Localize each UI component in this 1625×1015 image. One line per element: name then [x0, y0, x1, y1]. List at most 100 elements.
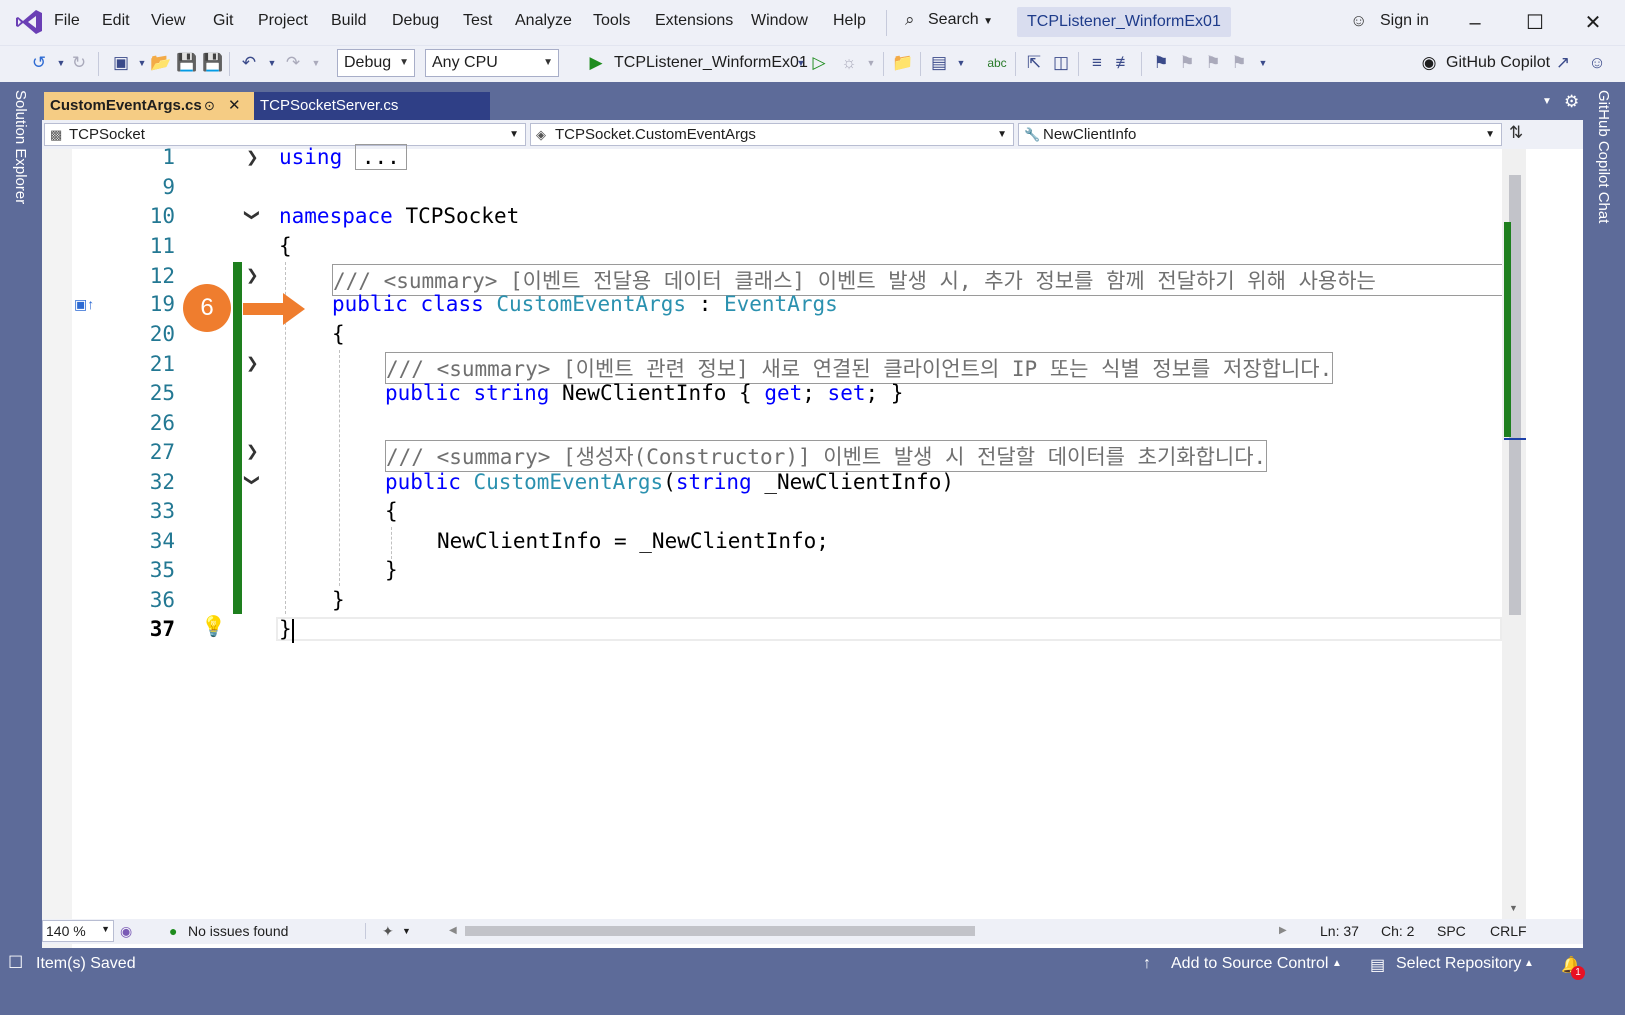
next-bookmark-icon[interactable]: ⚑	[1202, 51, 1224, 75]
tab-list-dropdown-icon[interactable]: ▼	[1542, 96, 1552, 107]
step-marker: 6	[183, 284, 231, 332]
status-message: Item(s) Saved	[36, 955, 136, 972]
view-code-icon[interactable]: ◫	[1050, 51, 1072, 75]
collapsed-region[interactable]: ...	[354, 144, 407, 170]
sign-in-button[interactable]: Sign in	[1380, 12, 1429, 30]
collapse-chevron-icon[interactable]: ❯	[243, 209, 261, 222]
start-target-button[interactable]: TCPListener_WinformEx01	[614, 54, 808, 72]
line-number-current: 37	[149, 617, 175, 641]
project-dropdown[interactable]: ▩ TCPSocket ▼	[44, 123, 526, 146]
split-editor-icon[interactable]: ⇅	[1509, 123, 1523, 143]
comment-lines-icon[interactable]: ≡	[1086, 51, 1108, 75]
zoom-select[interactable]: 140 % ▼	[42, 920, 114, 942]
standard-toolbar: ↺ ▼ ↻ ▣ ▼ 📂 💾 💾 ↶ ▼ ↷ ▼ Debug ▼ Any CPU ▼ …	[0, 45, 1625, 82]
open-folder-icon[interactable]: 📂	[150, 51, 172, 75]
window-layout-icon[interactable]: ▤	[928, 51, 950, 75]
menu-tools[interactable]: Tools	[593, 12, 630, 30]
feedback-icon[interactable]: ☺	[1586, 51, 1608, 75]
save-all-icon[interactable]: 💾	[202, 51, 224, 75]
solution-explorer-tab[interactable]: Solution Explorer	[12, 90, 29, 204]
save-icon[interactable]: 💾	[176, 51, 198, 75]
collapsed-summary-comment[interactable]: /// <summary> [생성자(Constructor)] 이벤트 발생 …	[385, 440, 1268, 472]
github-copilot-button[interactable]: GitHub Copilot	[1446, 54, 1550, 72]
spell-check-icon[interactable]: abc	[986, 51, 1008, 75]
issues-status[interactable]: No issues found	[188, 923, 288, 939]
expand-chevron-icon[interactable]: ❯	[246, 266, 259, 284]
clear-bookmarks-icon[interactable]: ⚑	[1228, 51, 1250, 75]
expand-chevron-icon[interactable]: ❯	[246, 442, 259, 460]
menu-project[interactable]: Project	[258, 12, 308, 30]
menu-test[interactable]: Test	[463, 12, 492, 30]
cleanup-dropdown-icon[interactable]: ▼	[402, 926, 411, 936]
uncomment-lines-icon[interactable]: ≢	[1113, 51, 1135, 75]
type-dropdown[interactable]: ◈ TCPSocket.CustomEventArgs ▼	[530, 123, 1014, 146]
share-icon[interactable]: ↗	[1552, 51, 1574, 75]
hot-reload-icon[interactable]: ☼	[838, 51, 860, 75]
line-ending[interactable]: CRLF	[1490, 923, 1527, 939]
code-cleanup-icon[interactable]: ✦	[382, 923, 394, 940]
output-window-icon[interactable]: ☐	[8, 953, 23, 973]
horizontal-scrollbar-thumb[interactable]	[465, 926, 975, 936]
expand-chevron-icon[interactable]: ❯	[246, 354, 259, 372]
new-project-icon[interactable]: ▣	[110, 51, 132, 75]
menu-debug[interactable]: Debug	[392, 12, 439, 30]
menu-help[interactable]: Help	[833, 12, 866, 30]
whitespace-mode[interactable]: SPC	[1437, 923, 1466, 939]
menu-file[interactable]: File	[54, 12, 80, 30]
redo-dropdown-icon[interactable]: ▼	[305, 51, 327, 75]
chevron-down-icon: ▼	[101, 924, 110, 934]
redo-icon[interactable]: ↷	[282, 51, 304, 75]
lightbulb-icon[interactable]: 💡	[201, 614, 226, 639]
scroll-right-icon[interactable]: ▶	[1279, 925, 1287, 936]
toolbar-options-icon[interactable]: ▼	[1252, 51, 1274, 75]
menu-git[interactable]: Git	[213, 12, 233, 30]
search-button[interactable]: Search ▼	[908, 11, 993, 29]
undo-dropdown-icon[interactable]: ▼	[261, 51, 283, 75]
menu-extensions[interactable]: Extensions	[655, 12, 733, 30]
select-element-icon[interactable]: ⇱	[1023, 51, 1045, 75]
member-dropdown[interactable]: 🔧 NewClientInfo ▼	[1018, 123, 1502, 146]
close-button[interactable]: ✕	[1578, 8, 1608, 38]
start-debugging-icon[interactable]: ▶	[585, 51, 607, 75]
menu-window[interactable]: Window	[751, 12, 808, 30]
line-position[interactable]: Ln: 37	[1320, 923, 1359, 939]
maximize-button[interactable]: ☐	[1520, 8, 1550, 38]
back-icon[interactable]: ↺	[28, 51, 50, 75]
menu-analyze[interactable]: Analyze	[515, 12, 572, 30]
scroll-left-icon[interactable]: ◀	[449, 925, 457, 936]
pin-icon[interactable]: ⊙	[204, 92, 215, 120]
configuration-select[interactable]: Debug ▼	[337, 49, 415, 77]
settings-gear-icon[interactable]: ⚙	[1564, 92, 1579, 112]
collapsed-summary-comment[interactable]: /// <summary> [이벤트 관련 정보] 새로 연결된 클라이언트의 …	[385, 352, 1334, 384]
constructor-name: CustomEventArgs	[473, 470, 664, 494]
column-position[interactable]: Ch: 2	[1381, 923, 1414, 939]
intellicode-icon[interactable]: ◉	[120, 923, 132, 940]
chevron-down-icon: ▼	[399, 57, 409, 68]
hot-reload-dropdown-icon[interactable]: ▼	[860, 51, 882, 75]
start-without-debugging-icon[interactable]: ▷	[808, 51, 830, 75]
chevron-down-icon: ▼	[1485, 129, 1495, 140]
expand-chevron-icon[interactable]: ❯	[246, 148, 259, 166]
layout-dropdown-icon[interactable]: ▼	[950, 51, 972, 75]
browse-folder-icon[interactable]: 📁	[892, 51, 914, 75]
menu-view[interactable]: View	[151, 12, 185, 30]
bookmark-icon[interactable]: ⚑	[1150, 51, 1172, 75]
check-circle-icon: ●	[169, 923, 178, 939]
indent-guide	[339, 350, 340, 586]
tab-tcp-socket-server[interactable]: TCPSocketServer.cs	[254, 92, 490, 120]
close-tab-icon[interactable]: ✕	[228, 92, 241, 120]
copilot-chat-tab[interactable]: GitHub Copilot Chat	[1595, 90, 1612, 223]
menu-edit[interactable]: Edit	[102, 12, 130, 30]
select-repository-button[interactable]: Select Repository	[1396, 955, 1521, 973]
menu-build[interactable]: Build	[331, 12, 367, 30]
previous-bookmark-icon[interactable]: ⚑	[1176, 51, 1198, 75]
collapse-chevron-icon[interactable]: ❯	[243, 474, 261, 487]
implements-indicator-icon[interactable]: ▣↑	[74, 296, 94, 313]
add-to-source-control-button[interactable]: Add to Source Control	[1171, 955, 1328, 973]
platform-select[interactable]: Any CPU ▼	[425, 49, 559, 77]
scroll-down-icon[interactable]: ▼	[1509, 903, 1518, 913]
forward-icon[interactable]: ↻	[68, 51, 90, 75]
undo-icon[interactable]: ↶	[238, 51, 260, 75]
tab-custom-event-args[interactable]: CustomEventArgs.cs ⊙ ✕	[44, 92, 254, 120]
minimize-button[interactable]: –	[1460, 8, 1490, 38]
